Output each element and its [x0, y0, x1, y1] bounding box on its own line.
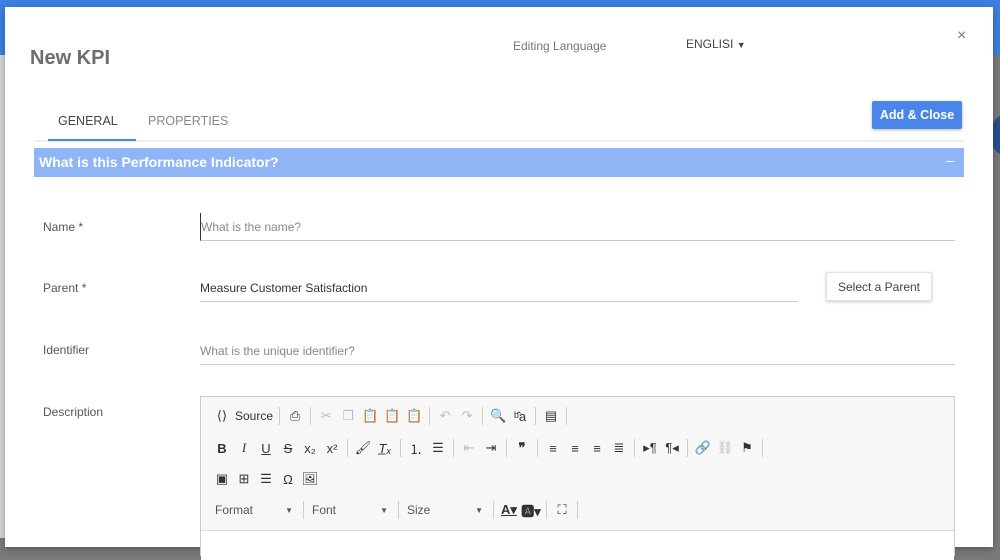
align-left-icon[interactable]: ≡	[542, 441, 564, 456]
find-icon[interactable]: 🔍	[487, 408, 509, 424]
dialog-title: New KPI	[30, 47, 111, 69]
tab-bar: GENERAL PROPERTIES	[34, 107, 964, 142]
language-value: ENGLISI	[686, 37, 734, 51]
paste-icon[interactable]: 📋	[359, 408, 381, 424]
text-color-icon[interactable]: A▾	[498, 502, 520, 518]
tab-properties[interactable]: PROPERTIES	[148, 114, 228, 128]
select-parent-button[interactable]: Select a Parent	[826, 272, 932, 301]
format-label: Format	[215, 503, 254, 517]
unlink-icon[interactable]: ⛓	[714, 440, 736, 456]
section-title: What is this Performance Indicator?	[39, 154, 279, 170]
source-icon[interactable]: ⟨⟩	[211, 408, 233, 424]
italic-icon[interactable]: I	[233, 440, 255, 456]
special-char-icon[interactable]: Ω	[277, 472, 299, 487]
redo-icon[interactable]: ↷	[456, 408, 478, 424]
paste-word-icon[interactable]: 📋	[403, 408, 425, 424]
size-dropdown[interactable]: Size ▼	[403, 503, 489, 517]
toolbar-row-1: ⟨⟩ Source ⎙ ✂ ❐ 📋 📋 📋 ↶ ↷ 🔍 ᵇ̂a ▤	[211, 404, 571, 428]
new-kpi-dialog: New KPI Editing Language ENGLISI ▼ × GEN…	[5, 7, 993, 560]
embed-icon[interactable]: ▣	[211, 471, 233, 487]
outdent-icon[interactable]: ⇤	[458, 440, 480, 456]
source-button[interactable]: Source	[233, 409, 275, 423]
toolbar-row-3: ▣ ⊞ ☰ Ω 🖼	[211, 467, 321, 491]
name-label: Name *	[43, 220, 84, 234]
ltr-icon[interactable]: ▸¶	[639, 440, 661, 456]
superscript-icon[interactable]: x²	[321, 441, 343, 456]
identifier-input[interactable]: What is the unique identifier?	[200, 337, 955, 365]
justify-icon[interactable]: ≣	[608, 440, 630, 456]
blockquote-icon[interactable]: ❞	[511, 440, 533, 456]
horizontal-line-icon[interactable]: ☰	[255, 471, 277, 487]
caret-down-icon: ▼	[380, 506, 388, 515]
cut-icon[interactable]: ✂	[315, 408, 337, 424]
size-label: Size	[407, 503, 431, 517]
toolbar-row-2: B I U Sx₂ x² 🖌 T̲ₓ ⒈ ☰ ⇤ ⇥ ❞ ≡ ≡ ≡ ≣ ▸¶ ¶◂ 🔗 ⛓ ⚑	[211, 436, 767, 460]
active-tab-indicator	[48, 139, 136, 141]
subscript-icon[interactable]: x₂	[299, 441, 321, 456]
caret-down-icon: ▼	[285, 506, 293, 515]
tab-general[interactable]: GENERAL	[58, 114, 118, 128]
description-label: Description	[43, 405, 104, 419]
numbered-list-icon[interactable]: ⒈	[405, 439, 427, 458]
language-dropdown[interactable]: ENGLISI ▼	[686, 37, 746, 51]
parent-input[interactable]: Measure Customer Satisfaction	[200, 274, 798, 302]
rtl-icon[interactable]: ¶◂	[661, 440, 683, 456]
paste-text-icon[interactable]: 📋	[381, 408, 403, 424]
toolbar-row-4: Format ▼ Font ▼ Size ▼ A▾ 🅰▾ ⛶	[211, 498, 582, 522]
format-dropdown[interactable]: Format ▼	[211, 503, 299, 517]
description-editor: ⟨⟩ Source ⎙ ✂ ❐ 📋 📋 📋 ↶ ↷ 🔍 ᵇ̂a ▤ B I U Sx₂ x² 🖌 T̲…	[200, 396, 955, 560]
editing-language-label: Editing Language	[513, 39, 607, 53]
link-icon[interactable]: 🔗	[692, 440, 714, 456]
table-icon[interactable]: ⊞	[233, 471, 255, 487]
collapse-icon[interactable]: –	[946, 152, 954, 168]
replace-icon[interactable]: ᵇ̂a	[509, 409, 531, 424]
add-close-button[interactable]: Add & Close	[872, 101, 962, 129]
align-center-icon[interactable]: ≡	[564, 441, 586, 456]
font-dropdown[interactable]: Font ▼	[308, 503, 394, 517]
caret-down-icon: ▼	[736, 40, 746, 50]
name-input[interactable]: What is the name?	[200, 213, 955, 241]
anchor-icon[interactable]: ⚑	[736, 440, 758, 456]
bulleted-list-icon[interactable]: ☰	[427, 440, 449, 456]
align-right-icon[interactable]: ≡	[586, 441, 608, 456]
templates-icon[interactable]: ▤	[540, 408, 562, 424]
background-color-icon[interactable]: 🅰▾	[520, 501, 542, 520]
close-icon[interactable]: ×	[957, 27, 966, 45]
remove-format-icon[interactable]: T̲ₓ	[374, 441, 396, 456]
parent-label: Parent *	[43, 281, 87, 295]
caret-down-icon: ▼	[475, 506, 483, 515]
copy-icon[interactable]: ❐	[337, 408, 359, 424]
print-icon[interactable]: ⎙	[284, 408, 306, 424]
editor-content-area[interactable]	[201, 530, 954, 560]
copy-format-icon[interactable]: 🖌	[352, 440, 374, 456]
underline-icon[interactable]: U	[255, 441, 277, 456]
font-label: Font	[312, 503, 337, 517]
strikethrough-icon[interactable]: S	[277, 441, 299, 456]
indent-icon[interactable]: ⇥	[480, 440, 502, 456]
maximize-icon[interactable]: ⛶	[551, 502, 573, 518]
undo-icon[interactable]: ↶	[434, 408, 456, 424]
bold-icon[interactable]: B	[211, 441, 233, 456]
section-header[interactable]: What is this Performance Indicator? –	[34, 148, 964, 177]
identifier-label: Identifier	[43, 343, 90, 357]
image-icon[interactable]: 🖼	[299, 471, 321, 487]
